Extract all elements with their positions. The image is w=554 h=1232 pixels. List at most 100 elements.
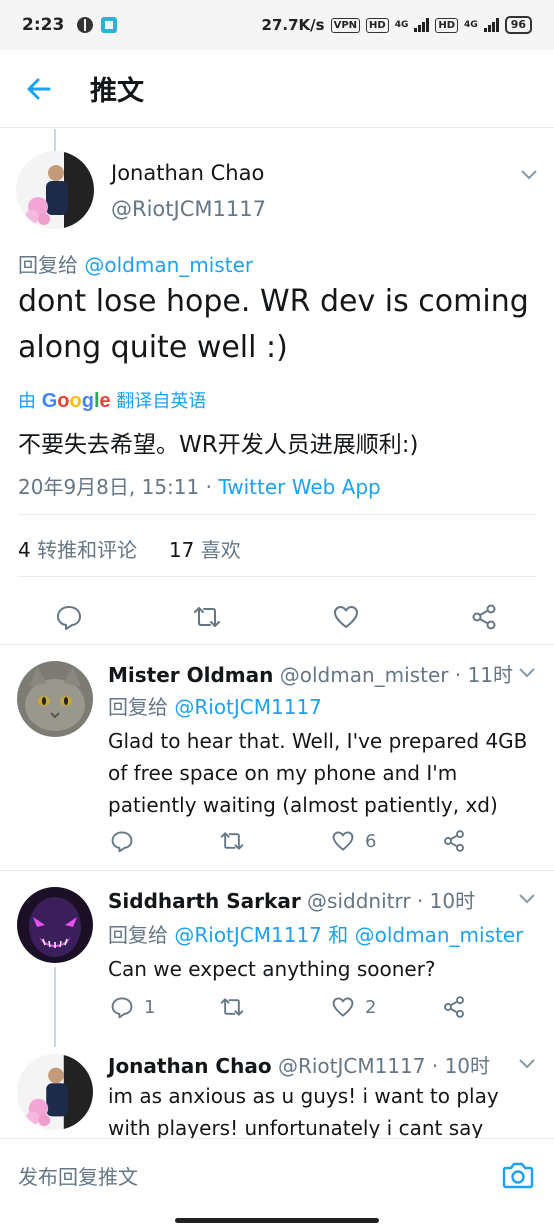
separator <box>0 870 554 871</box>
thread-line-connector <box>54 967 56 1047</box>
chevron-down-icon <box>519 668 535 678</box>
reply-menu-button[interactable] <box>516 1052 538 1074</box>
reply-compose-input[interactable]: 发布回复推文 <box>18 1161 138 1190</box>
status-right-group: 27.7K/s VPN HD 4G HD 4G 96 <box>262 16 532 34</box>
reply-tweet-3[interactable]: Jonathan Chao @RiotJCM1117 · 10时 im as a… <box>0 1040 554 1138</box>
reply-prefix: 回复给 <box>108 695 175 719</box>
reply-button[interactable] <box>110 829 144 853</box>
avatar[interactable] <box>17 661 93 737</box>
reply-author-name[interactable]: Jonathan Chao <box>108 1054 272 1078</box>
reply-icon <box>111 831 133 853</box>
reply-time: · 10时 <box>410 889 476 913</box>
like-button[interactable] <box>332 603 360 631</box>
like-icon <box>332 831 354 851</box>
reply-to-line: 回复给 @oldman_mister <box>18 249 253 278</box>
retweet-icon <box>220 998 244 1016</box>
avatar[interactable] <box>16 151 94 229</box>
reply-menu-button[interactable] <box>516 887 538 909</box>
reply-icon <box>57 606 81 630</box>
hd-badge-2: HD <box>435 17 459 33</box>
signal-bars-2-icon <box>483 18 499 32</box>
tweet-meta: 20年9月8日, 15:11 · Twitter Web App <box>18 471 381 500</box>
like-count: 2 <box>365 996 377 1018</box>
reply-to-line: 回复给 @RiotJCM1117 和 @oldman_mister <box>108 919 523 948</box>
reply-mention-link[interactable]: @oldman_mister <box>84 253 253 277</box>
translate-link[interactable]: 由 Google 翻译自英语 <box>18 387 206 413</box>
network-type-1: 4G <box>394 20 409 30</box>
retweet-button[interactable] <box>219 829 245 853</box>
source-app-link[interactable]: Twitter Web App <box>218 475 380 499</box>
reply-mention-link[interactable]: @RiotJCM1117 <box>174 695 322 719</box>
translated-text: 不要失去希望。WR开发人员进展顺利:) <box>18 432 419 458</box>
likes-count: 17 <box>168 538 195 562</box>
reply-author-handle[interactable]: @oldman_mister <box>280 663 449 687</box>
reply-author-handle[interactable]: @RiotJCM1117 <box>278 1054 426 1078</box>
reply-mention-link[interactable]: @RiotJCM1117 和 @oldman_mister <box>174 923 523 947</box>
mask-avatar-image <box>17 887 93 963</box>
retweets-label: 转推和评论 <box>30 538 138 562</box>
thread-line-top <box>54 129 56 151</box>
share-button[interactable] <box>470 603 498 631</box>
author-handle[interactable]: @RiotJCM1117 <box>111 197 266 221</box>
meta-separator: · <box>199 475 219 499</box>
reply-author-line: Jonathan Chao @RiotJCM1117 · 10时 <box>108 1050 490 1079</box>
shield-icon <box>76 16 94 34</box>
retweets-count: 4 <box>18 538 31 562</box>
top-app-bar: 推文 <box>0 50 554 128</box>
share-button[interactable] <box>442 829 466 853</box>
cat-avatar-image <box>17 661 93 737</box>
battery-indicator: 96 <box>504 16 532 34</box>
tweet-text: dont lose hope. WR dev is coming along q… <box>18 284 529 365</box>
vpn-badge: VPN <box>330 17 361 33</box>
network-type-2: 4G <box>464 20 478 30</box>
reply-menu-button[interactable] <box>516 661 538 683</box>
hd-badge-1: HD <box>366 17 389 33</box>
avatar[interactable] <box>17 1054 93 1130</box>
main-tweet-actions <box>0 592 554 642</box>
tweet-timestamp: 20年9月8日, 15:11 <box>18 475 200 499</box>
translate-by: 由 <box>18 391 42 412</box>
reply-author-handle[interactable]: @siddnitrr <box>307 889 411 913</box>
chevron-down-icon <box>519 894 535 904</box>
page-title: 推文 <box>90 76 144 107</box>
like-button[interactable]: 2 <box>331 995 376 1019</box>
avatar-image <box>16 151 94 229</box>
google-logo: Google <box>41 390 111 412</box>
reply-button[interactable] <box>55 603 83 631</box>
reply-count: 1 <box>144 996 156 1018</box>
status-bar: 2:23 27.7K/s VPN HD 4G HD 4G 96 <box>0 0 554 50</box>
reply-text: im as anxious as u guys! i want to play … <box>108 1084 499 1138</box>
retweets-stat[interactable]: 4 转推和评论 <box>18 538 137 562</box>
retweet-button[interactable] <box>192 603 222 631</box>
author-name[interactable]: Jonathan Chao <box>111 161 264 185</box>
like-icon <box>334 606 358 628</box>
like-button[interactable]: 6 <box>331 829 376 853</box>
retweet-icon <box>194 607 220 627</box>
avatar[interactable] <box>17 887 93 963</box>
divider <box>18 514 536 515</box>
reply-text: Glad to hear that. Well, I've prepared 4… <box>108 729 528 817</box>
system-nav-bar <box>0 1210 554 1232</box>
share-button[interactable] <box>442 995 466 1019</box>
reply-author-name[interactable]: Siddharth Sarkar <box>108 889 301 913</box>
home-gesture-bar[interactable] <box>175 1218 379 1223</box>
reply-author-name[interactable]: Mister Oldman <box>108 663 273 687</box>
reply-icon <box>111 997 133 1019</box>
back-button[interactable] <box>14 64 64 114</box>
reply-text: Can we expect anything sooner? <box>108 957 436 981</box>
share-icon <box>444 996 464 1018</box>
share-icon <box>444 830 464 852</box>
retweet-icon <box>220 832 244 850</box>
like-count: 6 <box>365 830 377 852</box>
reply-prefix: 回复给 <box>18 253 85 277</box>
camera-button[interactable] <box>500 1157 536 1193</box>
camera-icon <box>502 1162 534 1189</box>
likes-stat[interactable]: 17 喜欢 <box>169 538 241 562</box>
reply-button[interactable]: 1 <box>110 995 155 1019</box>
reply-compose-bar: 发布回复推文 <box>0 1138 554 1210</box>
back-arrow-icon <box>27 78 51 99</box>
tweet-menu-button[interactable] <box>518 163 540 185</box>
translate-action: 翻译自英语 <box>110 391 207 412</box>
reply-author-line: Siddharth Sarkar @siddnitrr · 10时 <box>108 885 475 914</box>
retweet-button[interactable] <box>219 995 245 1019</box>
